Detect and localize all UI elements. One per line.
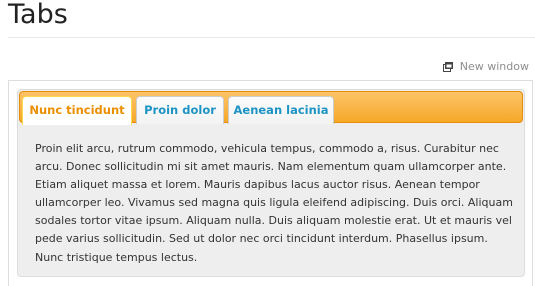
tab-proin-dolor[interactable]: Proin dolor [136, 96, 224, 124]
new-window-label: New window [459, 60, 529, 73]
new-window-link[interactable]: New window [442, 60, 529, 73]
tab-nunc-tincidunt[interactable]: Nunc tincidunt [22, 96, 132, 125]
external-window-icon [442, 61, 453, 72]
title-divider [8, 37, 535, 38]
tabs-widget: Nunc tincidunt Proin dolor Aenean lacini… [17, 89, 525, 277]
page-title: Tabs [8, 0, 68, 30]
tab-aenean-lacinia[interactable]: Aenean lacinia [228, 96, 334, 124]
page: Tabs New window Nunc tincidunt Proin dol… [0, 0, 535, 286]
tabs-header: Nunc tincidunt Proin dolor Aenean lacini… [19, 91, 523, 125]
demo-frame: Nunc tincidunt Proin dolor Aenean lacini… [8, 80, 533, 286]
tab-panel-content: Proin elit arcu, rutrum commodo, vehicul… [35, 142, 513, 264]
